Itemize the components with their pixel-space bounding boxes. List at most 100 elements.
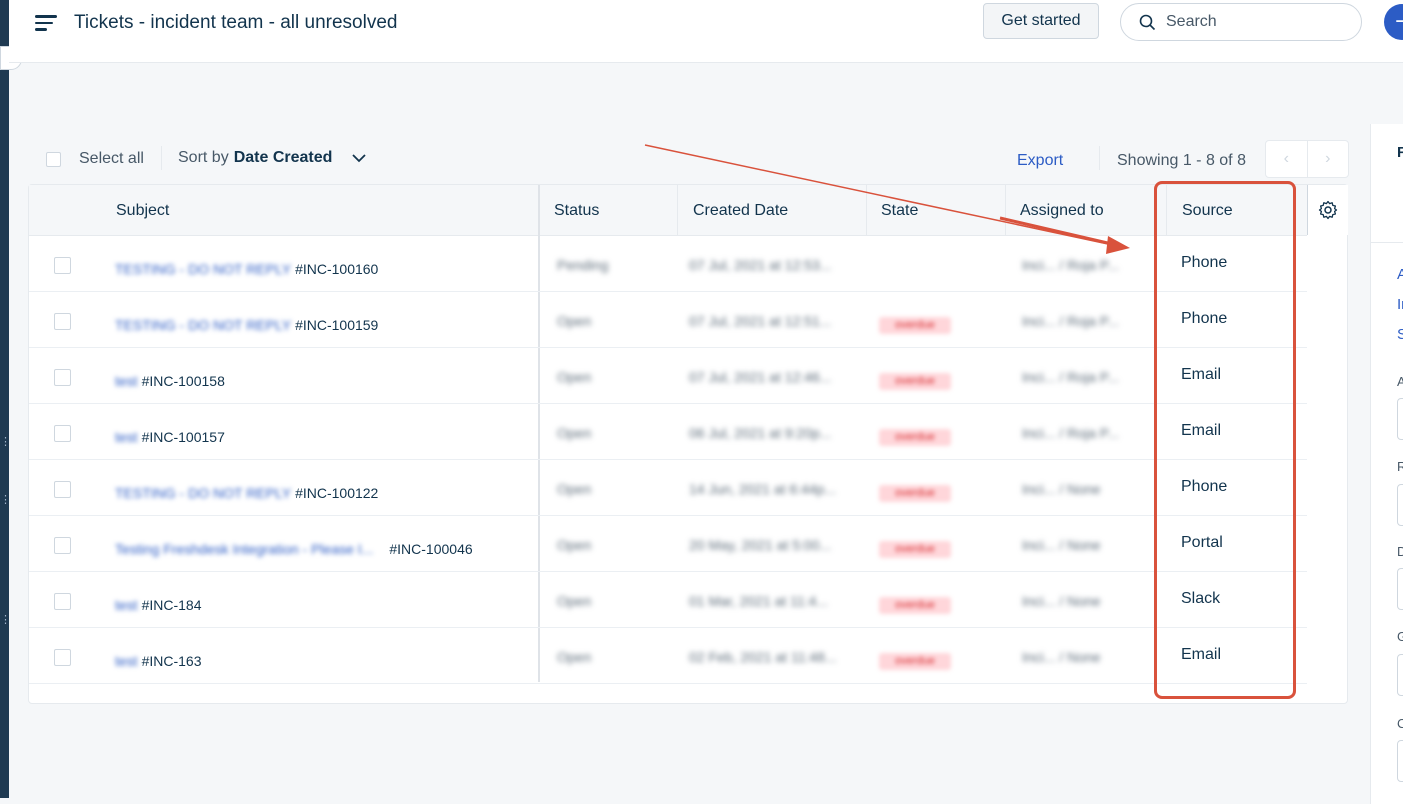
- column-header-subject[interactable]: Subject: [116, 185, 169, 235]
- prev-page-icon[interactable]: ‹: [1266, 141, 1308, 177]
- state-badge: overdue: [879, 317, 951, 334]
- panel-link[interactable]: In: [1397, 296, 1403, 313]
- filter-field[interactable]: [1397, 740, 1403, 782]
- filter-field[interactable]: [1397, 484, 1403, 526]
- created-date-cell: 06 Jul, 2021 at 9:20p...: [689, 425, 832, 441]
- assigned-to-cell: Inci... / None: [1022, 537, 1101, 553]
- status-cell: Open: [557, 537, 592, 553]
- search-icon: [1139, 14, 1156, 30]
- row-checkbox[interactable]: [54, 369, 71, 386]
- panel-link[interactable]: A: [1397, 266, 1403, 283]
- pagination-controls: ‹ ›: [1265, 140, 1349, 178]
- table-row[interactable]: TESTING - DO NOT REPLY #INC-100122 Open 1…: [29, 460, 1307, 516]
- search-box[interactable]: [1120, 3, 1362, 41]
- status-cell: Open: [557, 593, 592, 609]
- select-all-checkbox[interactable]: [46, 151, 61, 167]
- drag-handle-icon: ⋮: [0, 615, 11, 626]
- assigned-to-cell: Inci... / Roja P...: [1022, 313, 1120, 329]
- sort-dropdown[interactable]: Sort by Date Created: [178, 149, 367, 167]
- subject-cell[interactable]: TESTING - DO NOT REPLY #INC-100159: [115, 317, 378, 333]
- divider: [1005, 185, 1006, 235]
- assigned-to-cell: Inci... / None: [1022, 649, 1101, 665]
- subject-cell[interactable]: TESTING - DO NOT REPLY #INC-100160: [115, 261, 378, 277]
- state-badge: overdue: [879, 373, 951, 390]
- created-date-cell: 07 Jul, 2021 at 12:46...: [689, 369, 832, 385]
- assigned-to-cell: Inci... / Roja P...: [1022, 425, 1120, 441]
- subject-cell[interactable]: test #INC-100157: [115, 429, 225, 445]
- divider: [161, 146, 162, 170]
- menu-icon[interactable]: [35, 15, 57, 33]
- export-link[interactable]: Export: [1017, 152, 1063, 170]
- filter-field[interactable]: [1397, 568, 1403, 610]
- assigned-to-cell: Inci... / None: [1022, 593, 1101, 609]
- status-cell: Open: [557, 425, 592, 441]
- table-row[interactable]: test #INC-163 Open 02 Feb, 2021 at 11:48.…: [29, 628, 1307, 684]
- column-header-state[interactable]: State: [881, 185, 918, 235]
- filter-field[interactable]: [1397, 654, 1403, 696]
- filter-label: A: [1397, 374, 1403, 389]
- table-row[interactable]: TESTING - DO NOT REPLY #INC-100159 Open 0…: [29, 292, 1307, 348]
- created-date-cell: 07 Jul, 2021 at 12:51...: [689, 313, 832, 329]
- column-header-assigned-to[interactable]: Assigned to: [1020, 185, 1104, 235]
- drag-handle-icon: ⋮: [0, 437, 11, 448]
- state-badge: overdue: [879, 597, 951, 614]
- filter-field[interactable]: [1397, 398, 1403, 440]
- status-cell: Open: [557, 481, 592, 497]
- table-row[interactable]: test #INC-184 Open 01 Mar, 2021 at 11:4..…: [29, 572, 1307, 628]
- pagination-summary: Showing 1 - 8 of 8: [1117, 152, 1246, 169]
- column-header-status[interactable]: Status: [554, 185, 599, 235]
- subject-cell[interactable]: test #INC-184: [115, 597, 202, 613]
- select-all-label: Select all: [79, 150, 144, 167]
- table-row[interactable]: TESTING - DO NOT REPLY #INC-100160 Pendin…: [29, 236, 1307, 292]
- annotation-highlight-box: [1154, 181, 1296, 699]
- assigned-to-cell: Inci... / Roja P...: [1022, 369, 1120, 385]
- get-started-button[interactable]: Get started: [983, 3, 1099, 39]
- state-badge: overdue: [879, 429, 951, 446]
- table-header: Subject Status Created Date State Assign…: [29, 185, 1307, 236]
- table-row[interactable]: test #INC-100158 Open 07 Jul, 2021 at 12:…: [29, 348, 1307, 404]
- row-checkbox[interactable]: [54, 649, 71, 666]
- tickets-table: Subject Status Created Date State Assign…: [28, 184, 1348, 704]
- panel-link[interactable]: S: [1397, 326, 1403, 343]
- subject-cell[interactable]: test #INC-100158: [115, 373, 225, 389]
- subject-cell[interactable]: TESTING - DO NOT REPLY #INC-100122: [115, 485, 378, 501]
- column-header-created-date[interactable]: Created Date: [693, 185, 788, 235]
- created-date-cell: 01 Mar, 2021 at 11:4...: [689, 593, 829, 609]
- gear-icon: [1318, 200, 1338, 220]
- top-header: Tickets - incident team - all unresolved…: [9, 0, 1403, 63]
- panel-heading: F: [1397, 144, 1403, 161]
- new-item-button[interactable]: −: [1384, 4, 1403, 40]
- subject-cell[interactable]: Testing Freshdesk Integration - Please I…: [115, 541, 473, 557]
- filter-label: R: [1397, 459, 1403, 474]
- select-all[interactable]: Select all: [46, 150, 144, 168]
- list-toolbar: Select all Sort by Date Created Export S…: [28, 140, 1349, 180]
- created-date-cell: 07 Jul, 2021 at 12:53...: [689, 257, 832, 273]
- chevron-down-icon: [352, 153, 367, 162]
- row-checkbox[interactable]: [54, 313, 71, 330]
- subject-cell[interactable]: test #INC-163: [115, 653, 202, 669]
- assigned-to-cell: Inci... / Roja P...: [1022, 257, 1120, 273]
- drag-handle-icon: ⋮: [0, 495, 11, 506]
- filter-label: G: [1397, 629, 1403, 644]
- column-settings-button[interactable]: [1307, 185, 1348, 235]
- status-cell: Open: [557, 313, 592, 329]
- sort-prefix: Sort by: [178, 149, 229, 166]
- table-row[interactable]: test #INC-100157 Open 06 Jul, 2021 at 9:2…: [29, 404, 1307, 460]
- status-cell: Pending: [557, 257, 609, 273]
- status-cell: Open: [557, 369, 592, 385]
- divider: [1099, 146, 1100, 170]
- sort-value: Date Created: [233, 149, 333, 166]
- next-page-icon[interactable]: ›: [1308, 141, 1349, 177]
- row-checkbox[interactable]: [54, 425, 71, 442]
- right-filter-panel: F A In S A R D G C: [1370, 124, 1403, 804]
- row-checkbox[interactable]: [54, 537, 71, 554]
- row-checkbox[interactable]: [54, 593, 71, 610]
- row-checkbox[interactable]: [54, 257, 71, 274]
- state-badge: overdue: [879, 541, 951, 558]
- status-cell: Open: [557, 649, 592, 665]
- search-input[interactable]: [1164, 12, 1348, 32]
- table-row[interactable]: Testing Freshdesk Integration - Please I…: [29, 516, 1307, 572]
- created-date-cell: 14 Jun, 2021 at 6:44p...: [689, 481, 837, 497]
- row-checkbox[interactable]: [54, 481, 71, 498]
- page-title: Tickets - incident team - all unresolved: [74, 12, 398, 33]
